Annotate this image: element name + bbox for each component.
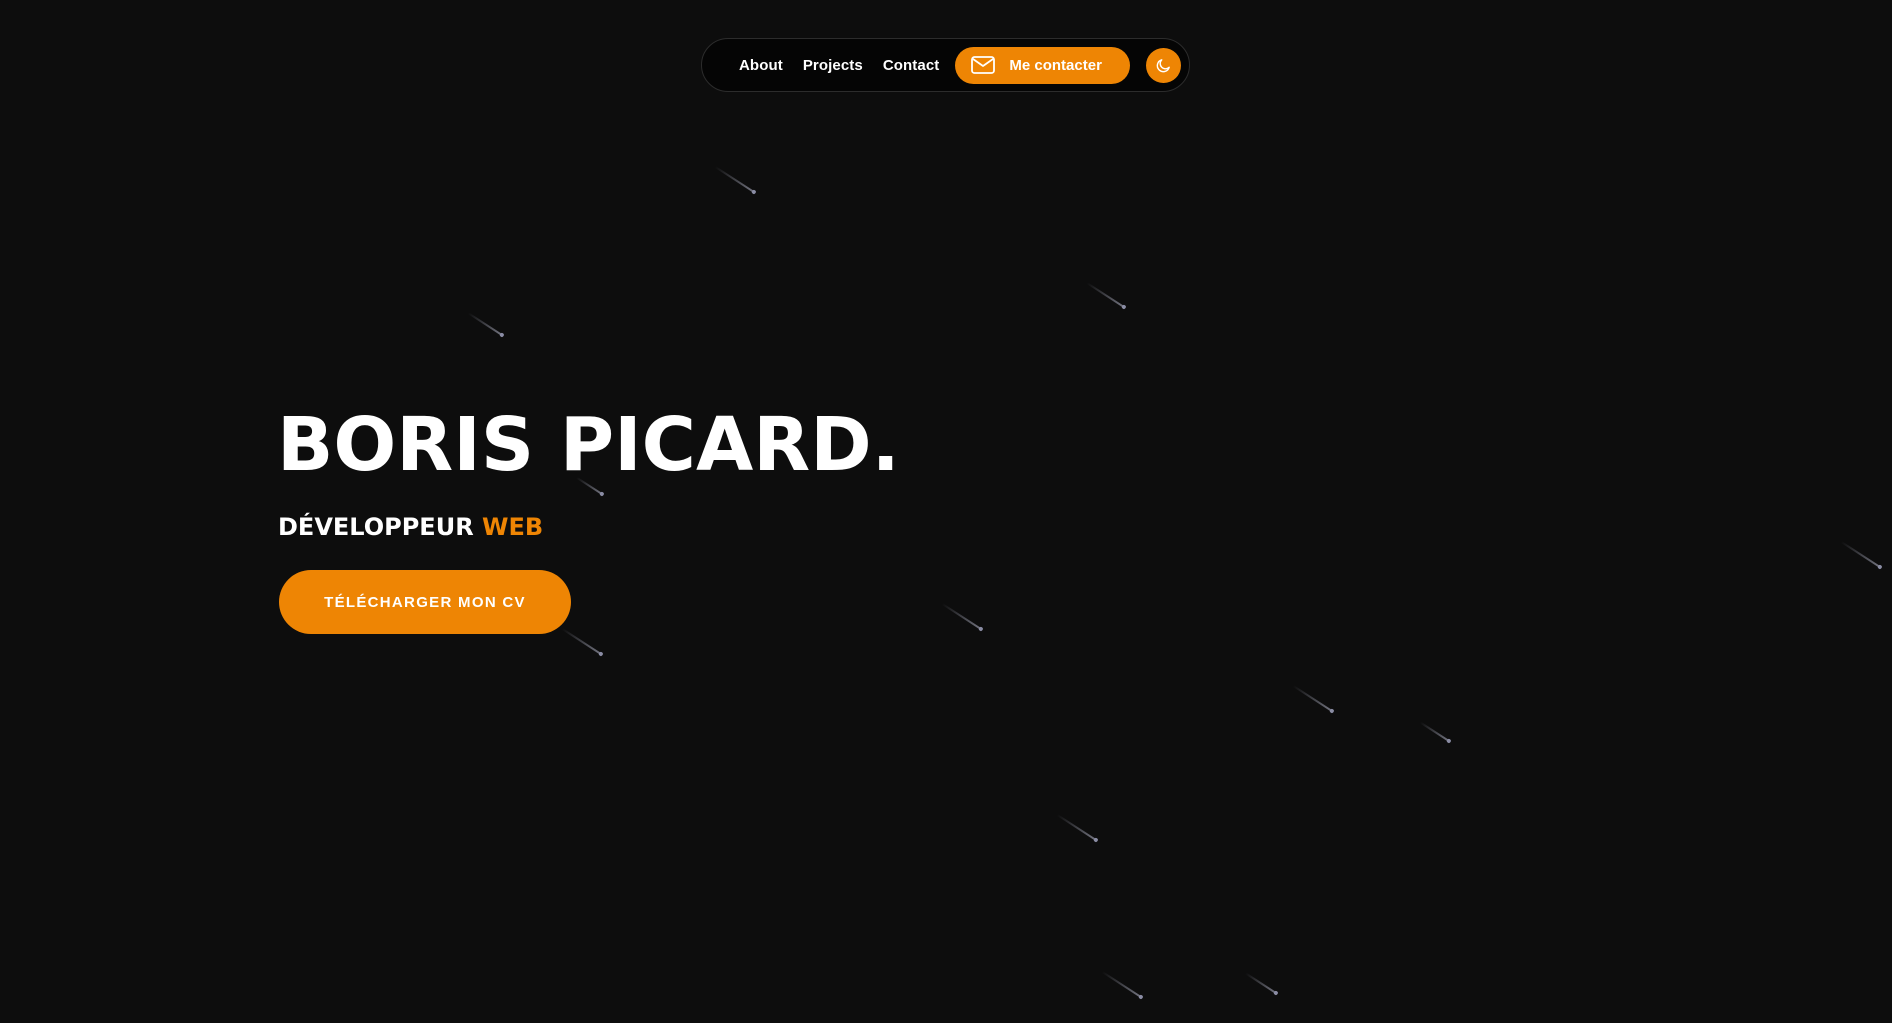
download-cv-label: TÉLÉCHARGER MON CV	[324, 593, 526, 611]
meteor	[1293, 685, 1333, 712]
mail-icon	[971, 56, 996, 74]
download-cv-button[interactable]: TÉLÉCHARGER MON CV	[279, 570, 571, 634]
meteor-background	[0, 0, 1892, 1023]
contact-me-button[interactable]: Me contacter	[955, 46, 1131, 84]
meteor	[1057, 814, 1097, 841]
hero-role: DÉVELOPPEUR WEB	[278, 515, 543, 539]
theme-toggle-button[interactable]	[1146, 47, 1181, 83]
meteor	[562, 628, 602, 655]
hero-name: BORIS PICARD.	[277, 402, 900, 488]
meteor	[1420, 721, 1450, 742]
meteor	[1245, 972, 1277, 994]
nav-link-contact[interactable]: Contact	[883, 57, 940, 74]
meteor	[468, 312, 503, 336]
top-navigation: About Projects Contact Me contacter	[701, 38, 1190, 92]
moon-icon	[1155, 57, 1172, 74]
meteor	[1102, 971, 1142, 998]
nav-link-projects[interactable]: Projects	[803, 57, 863, 74]
meteor	[1841, 541, 1881, 568]
meteor	[942, 603, 982, 630]
nav-link-about[interactable]: About	[739, 57, 783, 74]
meteor	[1086, 282, 1125, 308]
hero-role-accent: WEB	[482, 513, 544, 541]
contact-me-label: Me contacter	[1009, 56, 1102, 74]
hero-role-prefix: DÉVELOPPEUR	[278, 513, 474, 541]
meteor	[715, 166, 755, 193]
